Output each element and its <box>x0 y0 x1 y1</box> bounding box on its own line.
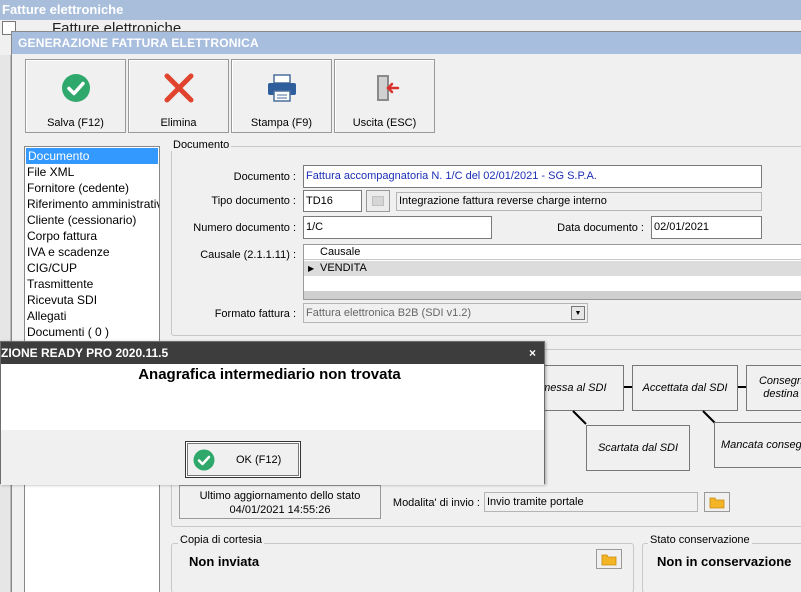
copia-cortesia-title: Copia di cortesia <box>178 534 264 546</box>
causale-grid-scrollbar[interactable] <box>304 291 801 299</box>
check-circle-icon <box>193 449 215 471</box>
delete-button[interactable]: Elimina <box>128 59 229 133</box>
nav-item[interactable]: Allegati <box>25 308 159 324</box>
nav-item[interactable]: Riferimento amministrativo <box>25 196 159 212</box>
state-mancata-consegna: Mancata consegn <box>714 422 801 468</box>
print-button[interactable]: Stampa (F9) <box>231 59 332 133</box>
state-accettata: Accettata dal SDI <box>632 365 738 411</box>
state-accettata-label: Accettata dal SDI <box>642 381 728 394</box>
delete-button-label: Elimina <box>160 117 197 129</box>
state-mancata-label: Mancata consegn <box>721 438 801 451</box>
last-update-value: 04/01/2021 14:55:26 <box>229 504 331 516</box>
window-title: GENERAZIONE FATTURA ELETTRONICA <box>12 32 801 54</box>
causale-grid-header: Causale <box>304 245 801 260</box>
close-icon[interactable]: × <box>529 342 536 364</box>
outer-window-edge <box>0 55 11 592</box>
nav-item[interactable]: File XML <box>25 164 159 180</box>
last-update-label: Ultimo aggiornamento dello stato <box>199 490 361 502</box>
lookup-icon <box>372 196 384 206</box>
formato-fattura-label: Formato fattura : <box>214 308 296 320</box>
invio-folder-button[interactable] <box>704 492 730 512</box>
connector <box>738 386 746 388</box>
exit-button-label: Uscita (ESC) <box>352 117 417 129</box>
folder-icon <box>601 554 617 565</box>
save-button[interactable]: Salva (F12) <box>25 59 126 133</box>
documento-group-title: Documento <box>171 139 232 151</box>
data-documento-field[interactable]: 02/01/2021 <box>651 216 762 239</box>
nav-item[interactable]: IVA e scadenze <box>25 244 159 260</box>
conservazione-title: Stato conservazione <box>648 534 752 546</box>
error-dialog: ZIONE READY PRO 2020.11.5 × Anagrafica i… <box>0 341 545 485</box>
modalita-invio-field: Invio tramite portale <box>484 492 698 512</box>
check-circle-icon <box>26 72 125 104</box>
nav-item[interactable]: Ricevuta SDI <box>25 292 159 308</box>
documento-label: Documento : <box>233 171 296 183</box>
state-consegnata-label: Consegn <box>758 375 801 387</box>
nav-item[interactable]: Trasmittente <box>25 276 159 292</box>
invoice-window: GENERAZIONE FATTURA ELETTRONICA Salva (F… <box>11 31 801 592</box>
copia-cortesia-value: Non inviata <box>189 554 260 569</box>
ok-button[interactable]: OK (F12) <box>185 441 301 478</box>
formato-fattura-value: Fattura elettronica B2B (SDI v1.2) <box>306 307 472 319</box>
close-x-icon <box>129 72 228 104</box>
state-consegnata-label-2: destina <box>763 388 799 400</box>
printer-icon <box>232 72 331 104</box>
tipo-documento-field[interactable]: TD16 <box>303 190 362 212</box>
dialog-footer: OK (F12) <box>1 430 544 485</box>
dialog-title: ZIONE READY PRO 2020.11.5 <box>1 342 544 364</box>
causale-grid[interactable]: Causale ▶ VENDITA <box>303 244 801 300</box>
copia-folder-button[interactable] <box>596 549 622 569</box>
conservazione-value: Non in conservazione <box>657 554 792 569</box>
print-button-label: Stampa (F9) <box>250 117 313 129</box>
nav-item[interactable]: Documenti ( 0 ) <box>25 324 159 340</box>
nav-item[interactable]: Cliente (cessionario) <box>25 212 159 228</box>
state-scartata: Scartata dal SDI <box>586 425 690 471</box>
nav-item[interactable]: Fornitore (cedente) <box>25 180 159 196</box>
ok-button-label: OK (F12) <box>236 454 282 466</box>
chevron-down-icon[interactable]: ▼ <box>571 306 585 320</box>
last-update-box: Ultimo aggiornamento dello stato 04/01/2… <box>179 485 381 519</box>
causale-grid-cell: VENDITA <box>320 262 367 274</box>
causale-grid-row[interactable]: ▶ VENDITA <box>304 261 801 276</box>
save-button-label: Salva (F12) <box>47 117 104 129</box>
nav-item[interactable]: CIG/CUP <box>25 260 159 276</box>
modalita-invio-label: Modalita' di invio : <box>392 497 480 509</box>
outer-window-title: Fatture elettroniche <box>0 0 801 20</box>
tipo-documento-lookup-button[interactable] <box>366 190 390 212</box>
nav-item[interactable]: Documento <box>26 148 158 164</box>
documento-field[interactable]: Fattura accompagnatoria N. 1/C del 02/01… <box>303 165 762 188</box>
causale-label: Causale (2.1.1.11) : <box>200 249 296 261</box>
exit-button[interactable]: Uscita (ESC) <box>334 59 435 133</box>
tipo-documento-label: Tipo documento : <box>211 195 296 207</box>
dialog-message: Anagrafica intermediario non trovata <box>138 366 401 383</box>
state-consegnata: Consegn destina <box>746 365 801 411</box>
connector <box>572 410 587 425</box>
connector <box>624 386 632 388</box>
numero-documento-field[interactable]: 1/C <box>303 216 492 239</box>
nav-item[interactable]: Corpo fattura <box>25 228 159 244</box>
exit-door-icon <box>335 72 434 104</box>
numero-documento-label: Numero documento : <box>193 222 296 234</box>
state-scartata-label: Scartata dal SDI <box>597 441 679 454</box>
formato-fattura-select[interactable]: Fattura elettronica B2B (SDI v1.2) ▼ <box>303 303 588 323</box>
folder-icon <box>709 497 725 508</box>
tipo-documento-description: Integrazione fattura reverse charge inte… <box>396 192 762 211</box>
row-pointer-icon: ▶ <box>308 264 315 273</box>
data-documento-label: Data documento : <box>557 222 644 234</box>
